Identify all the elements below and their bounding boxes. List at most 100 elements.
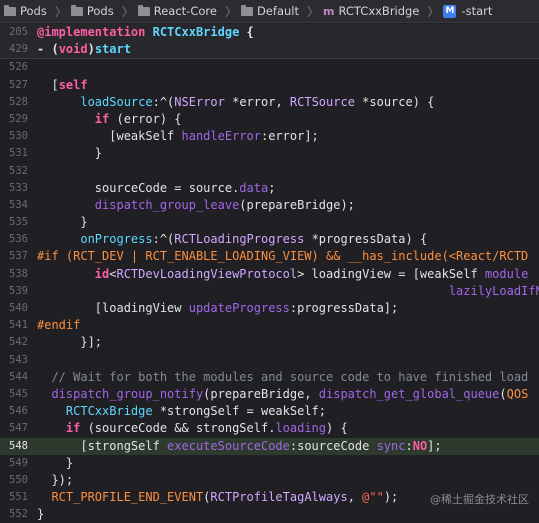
code-text: id<RCTDevLoadingViewProtocol> loadingVie… bbox=[37, 266, 529, 283]
code-text: }]; bbox=[37, 334, 102, 351]
watermark: @稀土掘金技术社区 bbox=[430, 493, 529, 506]
code-line[interactable]: 533 sourceCode = source.data; bbox=[0, 180, 539, 197]
code-line[interactable]: 543 bbox=[0, 352, 539, 369]
code-line[interactable]: 534 dispatch_group_leave(prepareBridge); bbox=[0, 197, 539, 214]
crumb-pods-1[interactable]: Pods bbox=[4, 4, 47, 18]
code-line[interactable]: 528 loadSource:^(NSError *error, RCTSour… bbox=[0, 94, 539, 111]
code-line[interactable]: 552} bbox=[0, 506, 539, 523]
code-line[interactable]: 540 [loadingView updateProgress:progress… bbox=[0, 300, 539, 317]
line-number: 532 bbox=[9, 164, 28, 177]
code-line[interactable]: 536 onProgress:^(RCTLoadingProgress *pro… bbox=[0, 231, 539, 248]
token-plain: }]; bbox=[37, 335, 103, 350]
token-plain: :progressData]; bbox=[289, 301, 399, 315]
crumb-label: Pods bbox=[20, 4, 47, 18]
code-line[interactable]: 546 RCTCxxBridge *strongSelf = weakSelf; bbox=[0, 403, 539, 420]
token-kw: void bbox=[58, 42, 88, 57]
code-line[interactable]: 531 } bbox=[0, 145, 539, 162]
token-kw: self bbox=[58, 77, 88, 92]
token-plain: } bbox=[37, 455, 74, 470]
line-number: 550 bbox=[9, 473, 28, 486]
line-number: 533 bbox=[9, 181, 28, 194]
line-number: 527 bbox=[9, 78, 28, 91]
code-line[interactable]: 527 [self bbox=[0, 77, 539, 94]
token-fn: module bbox=[484, 266, 529, 281]
code-line[interactable]: 529 if (error) { bbox=[0, 111, 539, 128]
token-plain: *progressData) { bbox=[304, 232, 428, 247]
line-number: 526 bbox=[9, 61, 28, 74]
token-fn: sync bbox=[376, 438, 406, 453]
token-ty: RCTSource bbox=[289, 94, 355, 109]
code-line[interactable]: 547 if (sourceCode && strongSelf.loading… bbox=[0, 420, 539, 437]
line-number: 531 bbox=[9, 147, 28, 160]
code-text: sourceCode = source.data; bbox=[37, 180, 276, 197]
code-text: #endif bbox=[37, 317, 80, 334]
code-line[interactable]: 545 dispatch_group_notify(prepareBridge,… bbox=[0, 386, 539, 403]
line-number: 547 bbox=[9, 422, 28, 435]
code-line[interactable]: 538 id<RCTDevLoadingViewProtocol> loadin… bbox=[0, 266, 539, 283]
code-line[interactable]: 539 lazilyLoadIfNe bbox=[0, 283, 539, 300]
code-line[interactable]: 550 }); bbox=[0, 472, 539, 489]
token-plain: ; bbox=[268, 180, 276, 195]
token-plain: - ( bbox=[37, 42, 59, 57]
code-line[interactable]: 532 bbox=[0, 163, 539, 180]
token-cls: RCTCxxBridge bbox=[152, 25, 240, 39]
token-cls: start bbox=[94, 42, 131, 57]
code-line[interactable]: 542 }]; bbox=[0, 334, 539, 351]
line-number: 538 bbox=[9, 267, 28, 280]
token-fn: handleError bbox=[181, 129, 261, 144]
line-number: 429 bbox=[9, 43, 28, 56]
breadcrumb: Pods 〉 Pods 〉 React-Core 〉 Default 〉 m RC… bbox=[0, 0, 539, 23]
token-plain: , bbox=[347, 490, 363, 505]
line-number: 537 bbox=[9, 250, 28, 263]
crumb-file[interactable]: m RCTCxxBridge bbox=[323, 4, 419, 18]
line-number: 530 bbox=[9, 130, 28, 143]
token-plain: (sourceCode && strongSelf. bbox=[80, 421, 276, 436]
token-ty: RCTProfileTagAlways bbox=[210, 490, 348, 505]
sticky-header-line[interactable]: 205 @implementation RCTCxxBridge { bbox=[0, 24, 539, 42]
chevron-right-icon: 〉 bbox=[224, 4, 237, 19]
code-line[interactable]: 544 // Wait for both the modules and sou… bbox=[0, 369, 539, 386]
token-plain: ) { bbox=[326, 421, 348, 436]
token-mac: #endif bbox=[37, 318, 81, 333]
token-str: @"" bbox=[362, 490, 384, 505]
token-mac: #if (RCT_DEV | RCT_ENABLE_LOADING_VIEW) … bbox=[37, 249, 529, 264]
token-kw: @implementation bbox=[37, 25, 146, 39]
code-text: #if (RCT_DEV | RCT_ENABLE_LOADING_VIEW) … bbox=[37, 248, 528, 265]
code-text: // Wait for both the modules and source … bbox=[37, 369, 528, 386]
code-line[interactable]: 526 bbox=[0, 59, 539, 76]
code-line[interactable]: 537 #if (RCT_DEV | RCT_ENABLE_LOADING_VIE… bbox=[0, 248, 539, 265]
token-plain: (error) { bbox=[109, 111, 182, 126]
token-plain: (prepareBridge); bbox=[239, 197, 355, 212]
crumb-default[interactable]: Default bbox=[240, 4, 299, 18]
crumb-react-core[interactable]: React-Core bbox=[137, 4, 217, 18]
code-text: } bbox=[37, 455, 73, 472]
crumb-method[interactable]: M -start bbox=[443, 4, 492, 18]
folder-icon bbox=[240, 4, 253, 16]
token-plain: *source) { bbox=[354, 94, 435, 109]
token-plain: *error, bbox=[224, 94, 290, 109]
code-text: } bbox=[37, 145, 102, 162]
token-plain: [ bbox=[37, 77, 59, 92]
code-line[interactable]: 530 [weakSelf handleError:error]; bbox=[0, 128, 539, 145]
code-text: } bbox=[37, 214, 87, 231]
code-text: [loadingView updateProgress:progressData… bbox=[37, 300, 398, 317]
code-text: if (sourceCode && strongSelf.loading) { bbox=[37, 420, 348, 437]
code-line[interactable]: 535 } bbox=[0, 214, 539, 231]
line-number: 552 bbox=[9, 508, 28, 521]
code-text: - (void)start bbox=[37, 41, 131, 58]
folder-icon bbox=[137, 4, 150, 16]
code-text: dispatch_group_leave(prepareBridge); bbox=[37, 197, 355, 214]
current-line[interactable]: 548 [strongSelf executeSourceCode:source… bbox=[0, 437, 539, 455]
token-kw: id bbox=[94, 266, 110, 281]
token-plain: { bbox=[239, 25, 254, 39]
sticky-header-line[interactable]: 429 - (void)start bbox=[0, 41, 539, 60]
code-text: }); bbox=[37, 472, 73, 489]
code-line[interactable]: 549 } bbox=[0, 455, 539, 472]
crumb-pods-2[interactable]: Pods bbox=[70, 4, 114, 18]
code-line[interactable]: 541 #endif bbox=[0, 317, 539, 334]
code-editor[interactable]: 205 @implementation RCTCxxBridge {429 - (v… bbox=[0, 24, 539, 523]
token-plain: [weakSelf bbox=[37, 129, 182, 144]
line-number: 541 bbox=[9, 319, 28, 332]
